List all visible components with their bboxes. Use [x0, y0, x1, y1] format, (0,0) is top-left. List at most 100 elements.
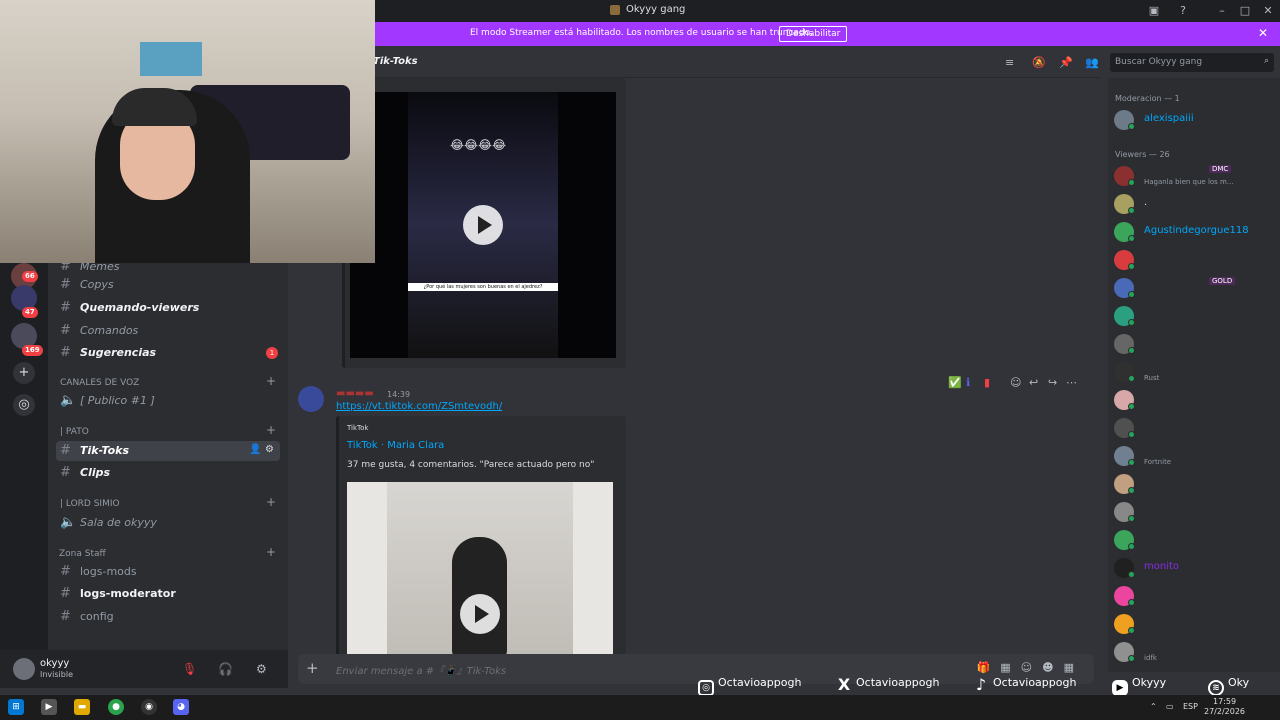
member-item[interactable]: Agustindegorgue118 [1114, 220, 1274, 244]
network-icon[interactable]: ▭ [1166, 702, 1174, 711]
member-item[interactable] [1114, 304, 1274, 328]
chat-header: Tik-Toks ≡ 🔕 📌 👥 [373, 48, 1100, 78]
pin-icon[interactable]: 📌 [1059, 56, 1073, 69]
search-input[interactable]: Buscar Okyyy gang ⌕ [1110, 53, 1274, 72]
channel-config[interactable]: # config [56, 607, 280, 627]
channel-logs-mods[interactable]: # logs-mods [56, 562, 280, 582]
member-item[interactable]: idfk [1114, 640, 1274, 664]
add-channel-icon[interactable]: + [266, 423, 276, 437]
social-link: ♪ Octavioappogh [973, 676, 1077, 695]
channel-label: Clips [80, 466, 111, 479]
member-item[interactable]: Fortnite [1114, 444, 1274, 468]
folder-icon[interactable]: ▬ [74, 699, 90, 715]
member-item[interactable] [1114, 584, 1274, 608]
member-item[interactable] [1114, 332, 1274, 356]
channel-clips[interactable]: # Clips [56, 463, 280, 483]
tiktok-embed: TikTok TikTok · Maria Clara 37 me gusta,… [336, 416, 626, 656]
video-caption: ¿Por qué las mujeres son buenas en el aj… [408, 283, 558, 291]
language-indicator[interactable]: ESP [1183, 702, 1198, 711]
close-window-button[interactable]: ✕ [1260, 3, 1276, 19]
channel-tik-toks[interactable]: # Tik-Toks 👤 ⚙ [56, 441, 280, 461]
reply-icon[interactable]: ↩ [1029, 376, 1038, 389]
clock-time: 17:59 [1212, 697, 1237, 706]
add-channel-icon[interactable]: + [266, 495, 276, 509]
category-zona-staff[interactable]: Zona Staff [59, 549, 106, 559]
social-handle: Oky [1228, 676, 1250, 689]
discord-icon[interactable]: ◕ [173, 699, 189, 715]
discover-icon[interactable]: ◎ [13, 394, 35, 416]
minimize-button[interactable]: – [1214, 3, 1230, 19]
category-pato[interactable]: | PATO [60, 427, 89, 437]
disable-streamer-button[interactable]: Deshabilitar [779, 26, 848, 42]
chrome-icon[interactable]: ● [108, 699, 124, 715]
play-icon[interactable] [460, 594, 500, 634]
speaker-icon: 🔈 [60, 393, 77, 408]
channel-sugerencias[interactable]: # Sugerencias 1 [56, 343, 280, 363]
social-link: ≋ Oky [1208, 676, 1249, 696]
voice-channel-sala[interactable]: 🔈 Sala de okyyy [56, 513, 280, 533]
clock[interactable]: 17:59 27/2/2026 [1204, 697, 1245, 717]
flag-reaction-icon[interactable]: ▮ [984, 376, 990, 389]
channel-label: logs-moderator [80, 587, 176, 600]
clock-date: 27/2/2026 [1204, 707, 1246, 716]
category-lord-simio[interactable]: | LORD SIMIO [60, 499, 120, 509]
channel-settings-icon[interactable]: 👤 ⚙ [249, 444, 274, 455]
message-link[interactable]: https://vt.tiktok.com/ZSmtevodh/ [336, 401, 502, 412]
member-item[interactable] [1114, 500, 1274, 524]
check-reaction-icon[interactable]: ✅ [948, 376, 962, 389]
member-item[interactable]: monito [1114, 556, 1274, 580]
member-activity: Rust [1144, 374, 1160, 382]
channel-label: Copys [80, 278, 114, 291]
member-item[interactable]: Rust [1114, 360, 1274, 384]
member-item[interactable]: GOLD [1114, 276, 1274, 300]
streamer-mode-banner: El modo Streamer está habilitado. Los no… [375, 22, 1280, 46]
channel-copys[interactable]: # Copys [56, 275, 280, 295]
tray-chevron-icon[interactable]: ⌃ [1150, 702, 1157, 711]
media-icon[interactable]: ▶ [41, 699, 57, 715]
screen-icon[interactable]: ▣ [1146, 3, 1162, 19]
avatar[interactable] [298, 386, 324, 412]
role-header: Viewers — 26 [1115, 150, 1170, 159]
add-reaction-icon[interactable]: ☺ [1010, 376, 1021, 389]
member-item[interactable]: DMC Haganla bien que los m... [1114, 164, 1274, 188]
app-icon[interactable]: ◉ [141, 699, 157, 715]
info-reaction-icon[interactable]: ℹ [966, 376, 970, 389]
video-player[interactable]: 😂😂😂😂 ¿Por qué las mujeres son buenas en … [350, 92, 616, 358]
maximize-button[interactable]: □ [1237, 3, 1253, 19]
member-item[interactable] [1114, 416, 1274, 440]
add-channel-icon[interactable]: + [266, 374, 276, 388]
channel-comandos[interactable]: # Comandos [56, 321, 280, 341]
member-item[interactable] [1114, 472, 1274, 496]
member-item[interactable]: alexispaiii [1114, 108, 1274, 132]
taskbar: ⊞ ▶ ▬ ● ◉ ◕ ⌃ ▭ ESP 17:59 27/2/2026 [0, 695, 1280, 720]
add-channel-icon[interactable]: + [266, 545, 276, 559]
start-icon[interactable]: ⊞ [8, 699, 24, 715]
search-placeholder: Buscar Okyyy gang [1115, 57, 1203, 67]
members-icon[interactable]: 👥 [1085, 56, 1099, 69]
close-icon[interactable]: ✕ [1258, 26, 1268, 40]
channel-title: Tik-Toks [373, 56, 418, 67]
member-item[interactable] [1114, 612, 1274, 636]
video-player[interactable] [347, 482, 613, 656]
channel-label: Sala de okyyy [80, 516, 157, 529]
category-voice[interactable]: CANALES DE VOZ [60, 378, 139, 388]
add-server-icon[interactable]: + [13, 362, 35, 384]
social-handle: Okyyy [1132, 676, 1167, 689]
more-icon[interactable]: ⋯ [1066, 376, 1077, 389]
message-author[interactable]: ▬▬▬▬ [336, 388, 374, 399]
voice-channel-publico[interactable]: 🔈 [ Publico #1 ] [56, 391, 280, 411]
notifications-icon[interactable]: 🔕 [1032, 56, 1046, 69]
member-item[interactable]: . [1114, 192, 1274, 216]
member-tag: GOLD [1209, 277, 1236, 285]
embed-title[interactable]: TikTok · Maria Clara [347, 440, 444, 451]
help-icon[interactable]: ? [1175, 3, 1191, 19]
channel-quemando-viewers[interactable]: # Quemando-viewers [56, 298, 280, 318]
forward-icon[interactable]: ↪ [1048, 376, 1057, 389]
member-item[interactable] [1114, 248, 1274, 272]
member-item[interactable] [1114, 388, 1274, 412]
threads-icon[interactable]: ≡ [1005, 56, 1014, 69]
member-item[interactable] [1114, 528, 1274, 552]
play-icon[interactable] [463, 205, 503, 245]
hash-icon: # [60, 323, 71, 338]
channel-logs-moderator[interactable]: # logs-moderator [56, 584, 280, 604]
